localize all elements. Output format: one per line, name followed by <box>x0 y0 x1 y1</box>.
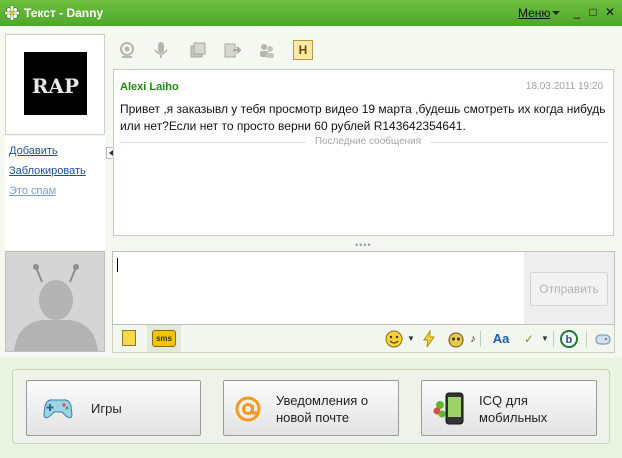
compose-toolbar: sms ▼ ♪ Aa ✓ ▼ b <box>112 325 615 353</box>
recent-messages-divider: Последние сообщения <box>120 136 608 148</box>
own-avatar[interactable] <box>5 251 105 352</box>
file-transfer-icon[interactable] <box>188 40 208 60</box>
menu-label: Меню <box>518 6 551 20</box>
send-button[interactable]: Отправить <box>530 272 608 306</box>
promo-banner: Игры Уведомления о новой почте ICQ для м… <box>12 369 610 444</box>
send-pane: Отправить <box>524 252 614 324</box>
block-contact-link[interactable]: Заблокировать <box>9 165 86 177</box>
message-timestamp: 18.03.2011 19:20 <box>525 81 603 92</box>
send-label: Отправить <box>539 282 599 296</box>
mail-notify-label-line2: новой почте <box>276 410 350 425</box>
forward-icon[interactable] <box>223 40 243 60</box>
toolbar-separator <box>553 331 554 347</box>
add-contact-link[interactable]: Добавить <box>9 145 58 157</box>
maximize-button[interactable]: □ <box>586 4 600 20</box>
divider-line-left <box>120 142 306 143</box>
window-title: Текст - Danny <box>24 6 104 20</box>
message-sender: Alexi Laiho <box>120 81 179 93</box>
message-text: Привет ,я заказывл у тебя просмотр видео… <box>120 102 606 133</box>
sms-icon: sms <box>152 330 176 347</box>
minimize-button[interactable]: _ <box>570 4 584 20</box>
divider-label: Последние сообщения <box>314 136 422 147</box>
games-label: Игры <box>91 401 122 416</box>
menu-button[interactable]: Меню <box>518 6 550 20</box>
notes-icon[interactable] <box>122 330 136 346</box>
contacts-icon[interactable] <box>257 40 277 60</box>
user-silhouette-icon <box>14 264 98 351</box>
games-button[interactable]: Игры <box>26 380 201 436</box>
toolbar-separator <box>480 331 481 347</box>
splitter-handle[interactable]: •••• <box>355 240 372 250</box>
at-sign-icon <box>235 396 261 422</box>
contact-avatar[interactable]: RAP <box>5 34 105 135</box>
contact-actions-panel: Добавить Заблокировать Это спам <box>5 136 105 250</box>
compose-area: Отправить <box>112 251 615 325</box>
chevron-down-icon[interactable] <box>552 11 560 15</box>
report-spam-link[interactable]: Это спам <box>9 185 56 197</box>
close-button[interactable]: ✕ <box>603 4 617 20</box>
icq-flower-icon <box>4 5 20 21</box>
history-icon[interactable]: H <box>293 40 313 60</box>
translate-icon[interactable]: b <box>559 329 579 349</box>
message-input[interactable] <box>115 254 519 322</box>
font-icon[interactable]: Aa <box>491 329 511 349</box>
message-history: Alexi Laiho 18.03.2011 19:20 Привет ,я з… <box>113 69 614 236</box>
rap-avatar-image: RAP <box>24 52 87 115</box>
sms-tab[interactable]: sms <box>147 325 181 352</box>
icq-mobile-label-line2: мобильных <box>479 410 548 425</box>
avatar-text: RAP <box>31 74 80 98</box>
svg-text:b: b <box>566 334 573 346</box>
lightning-icon[interactable] <box>419 329 439 349</box>
chevron-down-icon[interactable]: ▼ <box>535 329 555 349</box>
icq-mobile-button[interactable]: ICQ для мобильных <box>421 380 597 436</box>
text-cursor <box>117 258 118 272</box>
microphone-icon[interactable] <box>151 40 171 60</box>
divider-line-right <box>430 142 608 143</box>
mail-notify-button[interactable]: Уведомления о новой почте <box>223 380 399 436</box>
gamepad-icon[interactable] <box>593 329 613 349</box>
webcam-icon[interactable] <box>117 40 137 60</box>
mobile-phone-icon <box>433 392 464 425</box>
icq-mobile-label-line1: ICQ для <box>479 393 528 408</box>
chevron-down-icon[interactable]: ▼ <box>401 329 421 349</box>
toolbar-separator <box>586 331 587 347</box>
mail-notify-label-line1: Уведомления о <box>276 393 369 408</box>
gamepad-icon <box>43 399 73 419</box>
title-bar: Текст - Danny Меню _ □ ✕ <box>0 0 622 26</box>
